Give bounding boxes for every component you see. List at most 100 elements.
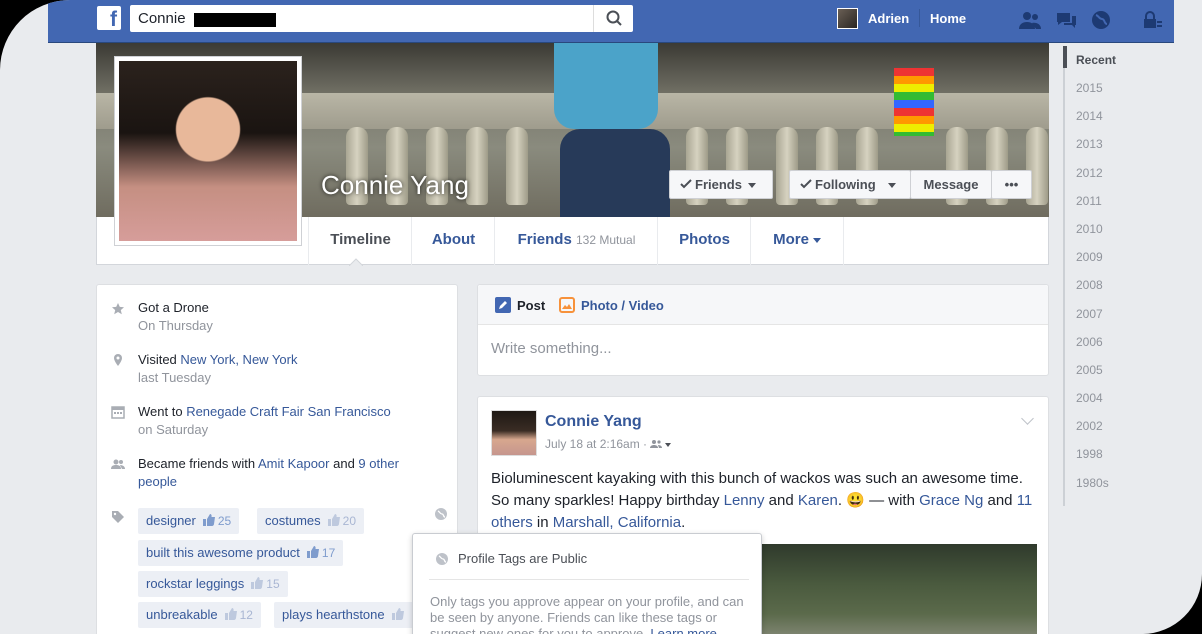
message-button[interactable]: Message xyxy=(910,170,992,199)
recent-activity-panel: Got a Drone On Thursday Visited New York… xyxy=(96,284,458,634)
following-button[interactable]: Following xyxy=(789,170,911,199)
globe-icon[interactable] xyxy=(434,507,448,521)
search-query-text: Connie xyxy=(138,10,186,27)
search-icon xyxy=(606,10,622,26)
nav-user-name[interactable]: Adrien xyxy=(868,11,909,26)
post-body: Bioluminescent kayaking with this bunch … xyxy=(491,470,1033,531)
year-link[interactable]: 2014 xyxy=(1076,109,1103,123)
chevron-down-icon[interactable] xyxy=(1021,412,1034,425)
post-composer: Post Photo / Video Write something... xyxy=(477,284,1049,376)
place-link[interactable]: New York, New York xyxy=(180,352,297,367)
tooltip-title: Profile Tags are Public xyxy=(458,551,588,566)
top-navigation-bar: f Connie Adrien Home xyxy=(48,0,1174,43)
activity-item: Visited New York, New York last Tuesday xyxy=(138,352,298,385)
learn-more-link[interactable]: Learn more xyxy=(650,626,716,634)
event-link[interactable]: Renegade Craft Fair San Francisco xyxy=(186,404,390,419)
tab-photos[interactable]: Photos xyxy=(657,217,751,265)
tagged-friend-link[interactable]: Karen xyxy=(798,492,838,509)
profile-picture[interactable] xyxy=(114,56,302,246)
chevron-down-icon xyxy=(887,183,896,189)
friend-requests-icon[interactable] xyxy=(1018,9,1042,31)
profile-tag[interactable]: built this awesome product 17 xyxy=(138,540,344,566)
year-link[interactable]: 2013 xyxy=(1076,137,1103,151)
more-options-button[interactable]: ••• xyxy=(991,170,1032,199)
tagged-friend-link[interactable]: Grace Ng xyxy=(919,492,983,509)
tag-icon xyxy=(112,511,124,523)
year-link[interactable]: 2009 xyxy=(1076,250,1103,264)
user-avatar[interactable] xyxy=(837,8,858,29)
pencil-icon xyxy=(495,297,511,313)
year-link[interactable]: 2002 xyxy=(1076,419,1103,433)
calendar-icon xyxy=(111,406,125,419)
year-link[interactable]: 2012 xyxy=(1076,166,1103,180)
profile-tag[interactable]: costumes 20 xyxy=(257,508,364,534)
tooltip-divider xyxy=(429,579,749,580)
more-dots-icon: ••• xyxy=(1004,177,1019,192)
thumbs-up-icon xyxy=(202,514,215,526)
nav-divider xyxy=(919,9,920,27)
messages-icon[interactable] xyxy=(1054,9,1078,31)
activity-item: Went to Renegade Craft Fair San Francisc… xyxy=(138,404,391,437)
post-author-avatar[interactable] xyxy=(491,410,537,456)
activity-item: Got a Drone On Thursday xyxy=(138,300,213,333)
year-link[interactable]: 2007 xyxy=(1076,307,1103,321)
friends-button[interactable]: Friends xyxy=(669,170,773,199)
tagged-friend-link[interactable]: Lenny xyxy=(724,492,765,509)
search-input[interactable]: Connie xyxy=(130,5,633,32)
globe-icon xyxy=(436,553,448,565)
thumbs-up-icon xyxy=(391,608,404,620)
tab-friends[interactable]: Friends 132 Mutual xyxy=(494,217,658,265)
cover-person xyxy=(554,43,658,129)
privacy-shortcuts-icon[interactable] xyxy=(1140,9,1164,31)
composer-input[interactable]: Write something... xyxy=(491,340,612,357)
timeline-year-nav: Recent 2015 2014 2013 2012 2011 2010 200… xyxy=(1063,46,1135,506)
facebook-logo[interactable]: f xyxy=(97,6,121,30)
redacted-text-bar xyxy=(194,13,276,27)
composer-tabs: Post Photo / Video xyxy=(478,285,1048,325)
year-link[interactable]: 1998 xyxy=(1076,447,1103,461)
year-link[interactable]: 2010 xyxy=(1076,222,1103,236)
mutual-friends-count: 132 Mutual xyxy=(575,233,636,247)
tab-post[interactable]: Post xyxy=(495,297,545,313)
tooltip-body: Only tags you approve appear on your pro… xyxy=(430,594,750,634)
profile-name: Connie Yang xyxy=(321,170,469,200)
search-button[interactable] xyxy=(593,5,633,32)
thumbs-up-icon xyxy=(251,577,264,589)
year-link[interactable]: Recent xyxy=(1076,53,1116,67)
profile-tag[interactable]: unbreakable 12 xyxy=(138,602,261,628)
profile-tag[interactable]: plays hearthstone xyxy=(274,602,415,628)
other-friends-link[interactable]: people xyxy=(138,474,177,489)
screen: f Connie Adrien Home Connie Yang Friends… xyxy=(0,0,1202,634)
other-friends-link[interactable]: 9 other xyxy=(358,456,398,471)
tab-more[interactable]: More xyxy=(750,217,844,265)
profile-tag[interactable]: designer 25 xyxy=(138,508,240,534)
post-timestamp: July 18 at 2:16am · xyxy=(545,437,672,451)
tab-photo-video[interactable]: Photo / Video xyxy=(559,297,664,313)
chevron-down-icon xyxy=(812,237,821,243)
photo-icon xyxy=(559,297,575,313)
location-pin-icon xyxy=(114,354,122,366)
thumbs-up-icon xyxy=(327,514,340,526)
checkmark-icon xyxy=(680,179,692,189)
year-link[interactable]: 2006 xyxy=(1076,335,1103,349)
year-link[interactable]: 2008 xyxy=(1076,278,1103,292)
active-tab-indicator xyxy=(349,258,363,266)
audience-friends-icon[interactable] xyxy=(650,439,672,449)
nav-home-link[interactable]: Home xyxy=(930,11,966,26)
friends-icon xyxy=(111,459,125,469)
year-link[interactable]: 2015 xyxy=(1076,81,1103,95)
thumbs-up-icon xyxy=(306,546,319,558)
year-link[interactable]: 1980s xyxy=(1076,476,1109,490)
year-link[interactable]: 2004 xyxy=(1076,391,1103,405)
year-link[interactable]: 2011 xyxy=(1076,194,1102,208)
year-link[interactable]: 2005 xyxy=(1076,363,1103,377)
chevron-down-icon xyxy=(747,183,756,189)
thumbs-up-icon xyxy=(224,608,237,620)
tab-about[interactable]: About xyxy=(411,217,495,265)
location-link[interactable]: Marshall, California xyxy=(553,514,681,531)
friend-link[interactable]: Amit Kapoor xyxy=(258,456,330,471)
notifications-globe-icon[interactable] xyxy=(1089,9,1113,31)
profile-tag[interactable]: rockstar leggings 15 xyxy=(138,571,288,597)
checkmark-icon xyxy=(800,179,812,189)
post-author-name[interactable]: Connie Yang xyxy=(545,413,642,431)
